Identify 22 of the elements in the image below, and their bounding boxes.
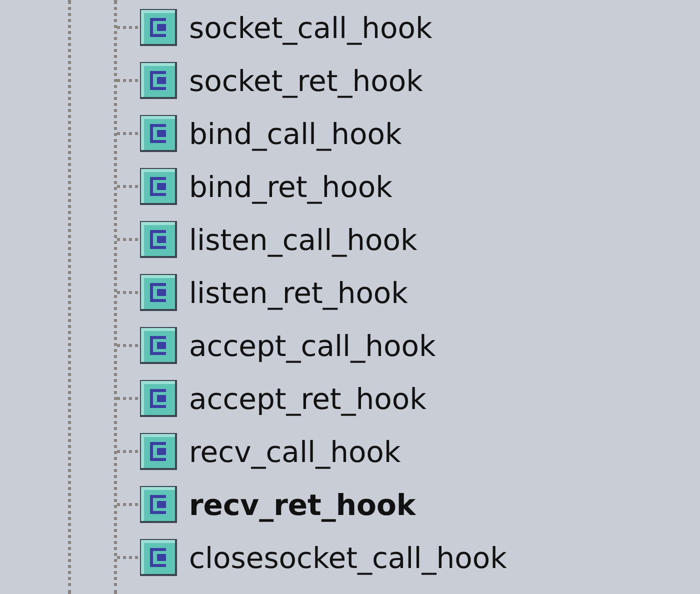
- tree-item[interactable]: recv_call_hook: [140, 433, 401, 470]
- tree-item[interactable]: closesocket_call_hook: [140, 539, 507, 576]
- bracket-icon: [140, 380, 177, 417]
- bracket-icon: [140, 327, 177, 364]
- bracket-icon: [140, 274, 177, 311]
- tree-item[interactable]: listen_call_hook: [140, 221, 418, 258]
- tree-item[interactable]: bind_ret_hook: [140, 168, 392, 205]
- bracket-icon: [140, 433, 177, 470]
- tree-item[interactable]: bind_call_hook: [140, 115, 402, 152]
- bracket-icon: [140, 539, 177, 576]
- tree-item[interactable]: recv_ret_hook: [140, 486, 416, 523]
- bracket-icon: [140, 115, 177, 152]
- bracket-icon: [140, 9, 177, 46]
- tree-item[interactable]: socket_call_hook: [140, 9, 432, 46]
- tree-item[interactable]: listen_ret_hook: [140, 274, 408, 311]
- tree-item[interactable]: accept_call_hook: [140, 327, 436, 364]
- bracket-icon: [140, 62, 177, 99]
- tree-item[interactable]: accept_ret_hook: [140, 380, 426, 417]
- bracket-icon: [140, 486, 177, 523]
- bracket-icon: [140, 168, 177, 205]
- bracket-icon: [140, 221, 177, 258]
- tree-item[interactable]: socket_ret_hook: [140, 62, 423, 99]
